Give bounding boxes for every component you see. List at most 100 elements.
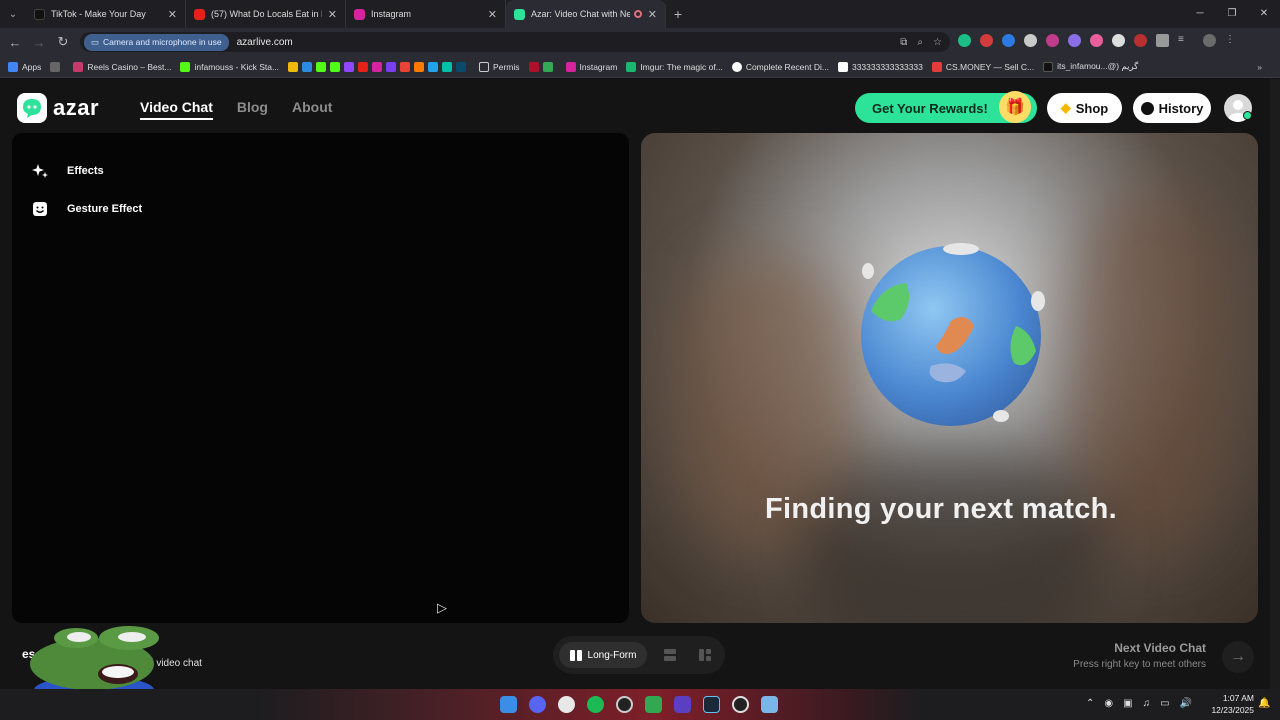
- discord-tray-icon[interactable]: ◉: [1104, 698, 1113, 709]
- extension-icon[interactable]: [1046, 34, 1059, 47]
- casino-icon: [73, 61, 84, 72]
- bookmark-github[interactable]: Complete Recent Di...: [731, 61, 829, 72]
- bookmark-icon: [456, 61, 467, 72]
- profile-avatar[interactable]: [1203, 34, 1216, 47]
- extension-icon[interactable]: [958, 34, 971, 47]
- bookmarks-bar: Apps Reels Casino – Best... infamouss - …: [0, 56, 1280, 78]
- gesture-effect-menu-item[interactable]: Gesture Effect: [32, 201, 142, 217]
- extension-icon[interactable]: [980, 34, 993, 47]
- chevron-up-icon[interactable]: ⌃: [1086, 698, 1094, 709]
- start-icon[interactable]: [500, 696, 517, 713]
- close-icon[interactable]: ✕: [168, 8, 177, 21]
- notification-bell-icon[interactable]: 🔔: [1258, 698, 1270, 709]
- grid-layout-icon[interactable]: [698, 648, 712, 662]
- bookmark-imgur[interactable]: Imgur: The magic of...: [626, 61, 723, 72]
- globe-icon: [861, 243, 1045, 426]
- kick-icon: [330, 61, 341, 72]
- extension-icon[interactable]: [1112, 34, 1125, 47]
- binance-icon: [288, 61, 299, 72]
- extension-icon[interactable]: [1090, 34, 1103, 47]
- pepe-frog-sticker: [30, 626, 159, 692]
- zoom-icon[interactable]: ⌕: [917, 37, 923, 48]
- obs-icon[interactable]: [616, 696, 633, 713]
- tab-youtube[interactable]: (57) What Do Locals Eat in Mor ✕: [186, 0, 346, 28]
- minimize-button[interactable]: ─: [1184, 0, 1216, 28]
- bookmarks-overflow-icon[interactable]: »: [1257, 62, 1262, 72]
- more-menu-icon[interactable]: ⋮: [1225, 34, 1235, 47]
- network-icon[interactable]: ▭: [1160, 698, 1169, 709]
- star-icon[interactable]: ☆: [933, 37, 942, 48]
- bookmark-reels-casino[interactable]: Reels Casino – Best...: [73, 61, 171, 72]
- nav-video-chat[interactable]: Video Chat: [140, 99, 213, 120]
- puzzle-icon[interactable]: [1156, 34, 1169, 47]
- chrome-icon[interactable]: [558, 696, 575, 713]
- app-icon[interactable]: [645, 696, 662, 713]
- photos-icon[interactable]: [761, 696, 778, 713]
- bookmark-csmoney[interactable]: CS.MONEY — Sell C...: [931, 61, 1034, 72]
- discord-icon[interactable]: [529, 696, 546, 713]
- long-form-mode-button[interactable]: Long-Form: [559, 642, 647, 668]
- maximize-button[interactable]: ❐: [1216, 0, 1248, 28]
- history-label: History: [1158, 100, 1204, 116]
- next-chat-button[interactable]: →: [1222, 641, 1254, 673]
- volume-icon[interactable]: 🔊: [1180, 698, 1192, 709]
- nav-blog[interactable]: Blog: [237, 99, 268, 120]
- microphone-icon[interactable]: ♫: [1143, 698, 1151, 709]
- reload-button[interactable]: ↻: [51, 34, 75, 50]
- shop-button[interactable]: ◆ Shop: [1047, 93, 1122, 123]
- bookmark-grid[interactable]: [50, 61, 64, 72]
- bookmark-label: 333333333333333: [851, 61, 923, 72]
- spotify-icon[interactable]: [587, 696, 604, 713]
- install-icon[interactable]: ⧉: [900, 37, 907, 48]
- bookmark-icon: [302, 61, 313, 72]
- close-icon[interactable]: ✕: [328, 8, 337, 21]
- extension-icon[interactable]: [1068, 34, 1081, 47]
- page-scrollbar[interactable]: [1270, 79, 1280, 689]
- stacked-layout-icon[interactable]: [663, 648, 677, 662]
- back-button[interactable]: ←: [3, 35, 27, 50]
- bookmark-tiktok[interactable]: its_infamou...@) گریم: [1043, 61, 1138, 72]
- nav-about[interactable]: About: [292, 99, 332, 120]
- bookmark-folder-permis[interactable]: Permis: [479, 61, 520, 72]
- extension-icon[interactable]: [1024, 34, 1037, 47]
- tab-strip-icon[interactable]: ≡: [1178, 34, 1194, 47]
- bookmark-icons-row[interactable]: [288, 61, 470, 72]
- url-text[interactable]: azarlive.com: [237, 37, 293, 48]
- close-icon[interactable]: ✕: [488, 8, 497, 21]
- steam-icon[interactable]: [703, 696, 720, 713]
- clock-icon: [1140, 101, 1154, 115]
- tab-search-button[interactable]: ⌄: [0, 0, 26, 28]
- history-button[interactable]: History: [1133, 93, 1211, 123]
- azar-logo[interactable]: azar: [17, 93, 99, 123]
- long-form-icon: [569, 649, 582, 661]
- tray-app-icon[interactable]: ▣: [1123, 698, 1132, 709]
- instagram-icon: [354, 8, 365, 20]
- bookmark-kick[interactable]: infamouss - Kick Sta...: [180, 61, 279, 72]
- kick-icon: [180, 61, 191, 72]
- logo-text: azar: [53, 95, 100, 120]
- forward-button[interactable]: →: [27, 35, 51, 50]
- extension-icon[interactable]: [1134, 34, 1147, 47]
- close-window-button[interactable]: ✕: [1248, 0, 1280, 28]
- bookmark-instagram[interactable]: Instagram: [565, 61, 617, 72]
- effects-menu-item[interactable]: Effects: [32, 163, 104, 179]
- bookmark-x[interactable]: 333333333333333: [837, 61, 923, 72]
- window-controls: ─ ❐ ✕: [1184, 0, 1280, 28]
- rewards-button[interactable]: Get Your Rewards! 🎁: [855, 91, 1037, 123]
- system-clock[interactable]: 1:07 AM 12/23/2025: [1204, 692, 1254, 716]
- extension-icon[interactable]: [1002, 34, 1015, 47]
- new-tab-button[interactable]: +: [666, 6, 690, 22]
- close-icon[interactable]: ✕: [648, 8, 657, 21]
- tab-tiktok[interactable]: TikTok - Make Your Day ✕: [26, 0, 186, 28]
- clapperboard-icon[interactable]: [674, 696, 691, 713]
- main-nav: Video Chat Blog About: [140, 99, 332, 120]
- camera-indicator[interactable]: ▭ Camera and microphone in use: [84, 33, 229, 51]
- next-video-chat-label: Next Video Chat: [1114, 641, 1206, 655]
- tab-instagram[interactable]: Instagram ✕: [346, 0, 506, 28]
- bookmark-icons-row-2[interactable]: [528, 61, 557, 72]
- omnibox[interactable]: ▭ Camera and microphone in use azarlive.…: [80, 32, 950, 52]
- gift-icon: 🎁: [999, 91, 1031, 123]
- tab-azar[interactable]: Azar: Video Chat with New ✕: [506, 0, 666, 28]
- bookmark-apps[interactable]: Apps: [8, 61, 41, 72]
- record-icon[interactable]: [732, 696, 749, 713]
